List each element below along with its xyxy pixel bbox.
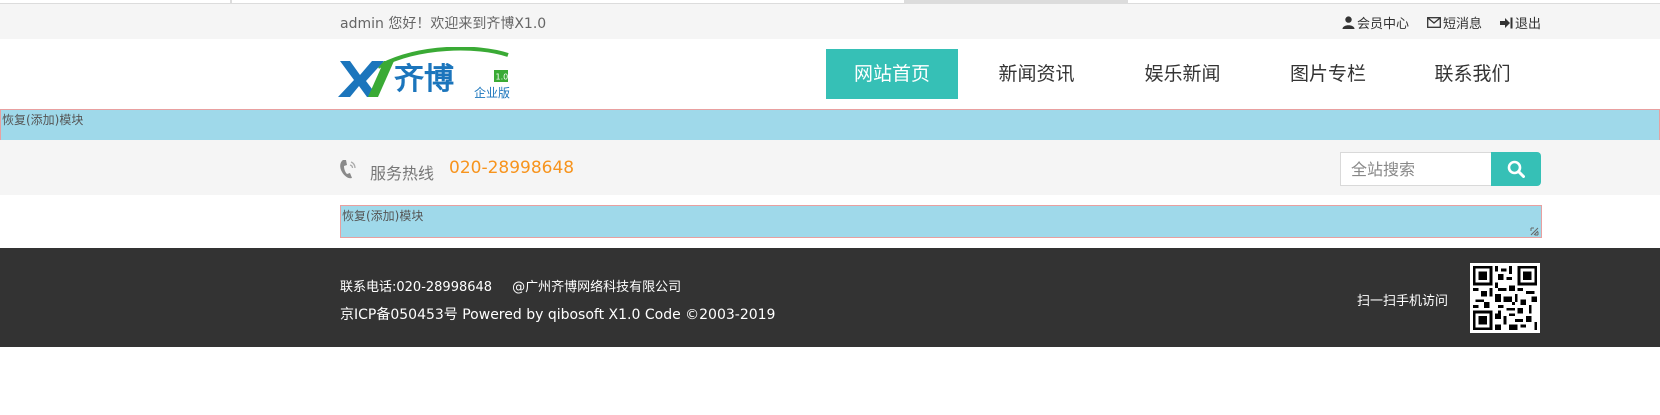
search-input[interactable] bbox=[1340, 152, 1492, 186]
resize-icon[interactable] bbox=[1530, 227, 1539, 236]
qr-code bbox=[1470, 263, 1540, 333]
phone-icon bbox=[340, 160, 356, 179]
browser-tab[interactable] bbox=[1128, 0, 1660, 3]
site-logo[interactable]: 齐博 1.0 企业版 bbox=[338, 46, 513, 103]
module-label: 恢复(添加)模块 bbox=[2, 113, 84, 127]
search-button[interactable] bbox=[1491, 152, 1541, 186]
footer-contact-line: 联系电话:020-28998648 @广州齐博网络科技有限公司 bbox=[340, 276, 681, 295]
main-nav: 网站首页 新闻资讯 娱乐新闻 图片专栏 联系我们 bbox=[826, 49, 1539, 99]
hotline-number: 020-28998648 bbox=[449, 158, 575, 178]
restore-module-content[interactable]: 恢复(添加)模块 bbox=[340, 205, 1542, 238]
footer-company: @广州齐博网络科技有限公司 bbox=[512, 280, 682, 295]
logout-icon bbox=[1499, 17, 1513, 28]
footer-contact: 联系电话:020-28998648 bbox=[340, 280, 493, 295]
member-center-link[interactable]: 会员中心 bbox=[1342, 13, 1409, 32]
footer-copyright: 京ICP备050453号 Powered by qibosoft X1.0 Co… bbox=[340, 307, 776, 323]
browser-tab[interactable] bbox=[232, 0, 904, 3]
nav-news[interactable]: 新闻资讯 bbox=[958, 49, 1115, 99]
module-label: 恢复(添加)模块 bbox=[342, 209, 424, 223]
top-links: 会员中心 短消息 退出 bbox=[1342, 13, 1541, 32]
nav-home[interactable]: 网站首页 bbox=[826, 49, 958, 99]
nav-pictures[interactable]: 图片专栏 bbox=[1250, 49, 1406, 99]
logo-version: 1.0 bbox=[496, 73, 509, 82]
logout-label: 退出 bbox=[1514, 17, 1541, 32]
logout-link[interactable]: 退出 bbox=[1499, 13, 1541, 32]
hotline-label: 服务热线 bbox=[370, 164, 435, 183]
user-icon bbox=[1342, 16, 1355, 29]
restore-module-top[interactable]: 恢复(添加)模块 bbox=[0, 109, 1660, 141]
search-icon bbox=[1507, 160, 1525, 178]
browser-tab[interactable] bbox=[0, 0, 230, 3]
member-center-label: 会员中心 bbox=[1356, 17, 1409, 32]
messages-link[interactable]: 短消息 bbox=[1427, 13, 1482, 32]
messages-label: 短消息 bbox=[1442, 17, 1482, 32]
nav-contact[interactable]: 联系我们 bbox=[1406, 49, 1539, 99]
logo-edition: 企业版 bbox=[474, 85, 510, 100]
scan-text: 扫一扫手机访问 bbox=[1357, 294, 1449, 309]
mail-icon bbox=[1427, 17, 1441, 28]
nav-entertainment[interactable]: 娱乐新闻 bbox=[1115, 49, 1250, 99]
welcome-text: admin 您好！欢迎来到齐博X1.0 bbox=[340, 16, 547, 32]
logo-text: 齐博 bbox=[394, 62, 454, 97]
